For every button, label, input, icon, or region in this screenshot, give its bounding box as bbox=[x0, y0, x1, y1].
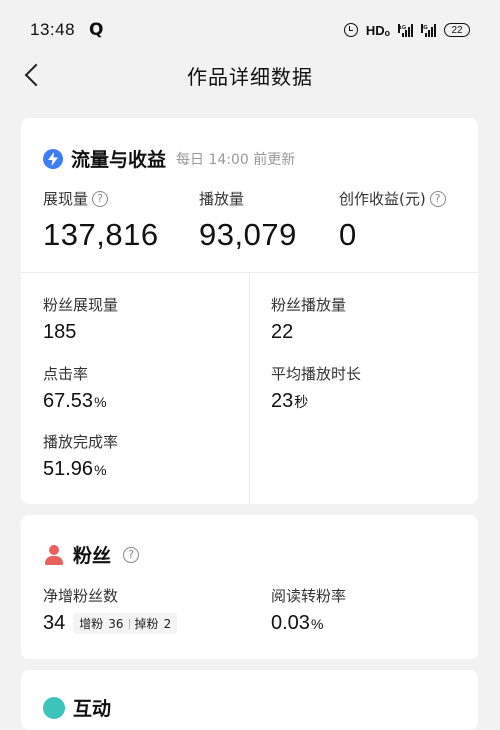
lightning-icon bbox=[43, 148, 63, 169]
metric-plays: 播放量 93,079 bbox=[199, 188, 297, 253]
fans-card: 粉丝 ? 净增粉丝数 34 增粉 36 掉粉 2 阅读转粉率 0.03% bbox=[21, 515, 478, 659]
metric-avg-duration: 平均播放时长 23秒 bbox=[271, 365, 362, 412]
metric-label: 点击率 bbox=[43, 365, 89, 383]
battery-icon: 22 bbox=[444, 23, 470, 37]
person-icon bbox=[43, 544, 65, 566]
metric-label: 粉丝播放量 bbox=[271, 296, 347, 314]
metric-value: 185 bbox=[43, 321, 77, 343]
metric-value: 137,816 bbox=[43, 217, 159, 252]
metric-net-fans: 净增粉丝数 34 增粉 36 掉粉 2 bbox=[43, 585, 178, 635]
metric-value: 0.03 bbox=[271, 612, 310, 634]
metric-fan-impressions: 粉丝展现量 185 bbox=[43, 294, 118, 344]
metric-completion: 播放完成率 51.96% bbox=[43, 433, 119, 480]
metric-label: 播放完成率 bbox=[43, 433, 119, 451]
status-time: 13:48 bbox=[30, 20, 76, 39]
section-title: 互动 bbox=[73, 698, 112, 720]
network-indicator: HDₒ bbox=[365, 22, 390, 38]
alarm-icon bbox=[343, 23, 358, 37]
section-title: 流量与收益 bbox=[71, 149, 167, 171]
interaction-card: 互动 bbox=[21, 670, 478, 730]
metric-value: 22 bbox=[271, 321, 294, 343]
traffic-header: 流量与收益 每日 14:00 前更新 bbox=[43, 145, 295, 172]
metric-value: 67.53 bbox=[43, 390, 94, 412]
metric-conversion: 阅读转粉率 0.03% bbox=[271, 587, 347, 634]
metric-label: 阅读转粉率 bbox=[271, 587, 347, 605]
divider bbox=[249, 273, 250, 504]
metric-label: 净增粉丝数 bbox=[43, 587, 119, 605]
fans-header: 粉丝 ? bbox=[43, 541, 140, 568]
traffic-card: 流量与收益 每日 14:00 前更新 展现量 ? 137,816 播放量 93,… bbox=[21, 118, 478, 504]
metric-label: 播放量 bbox=[199, 190, 245, 208]
metric-label: 创作收益(元) bbox=[339, 190, 426, 208]
signal-icon-1: ⁴ᴳ bbox=[398, 23, 413, 37]
interaction-icon bbox=[43, 696, 65, 719]
metric-value: 23 bbox=[271, 390, 294, 412]
metric-value: 51.96 bbox=[43, 458, 94, 480]
metric-label: 平均播放时长 bbox=[271, 365, 362, 383]
metric-fan-plays: 粉丝播放量 22 bbox=[271, 294, 346, 344]
metric-label: 粉丝展现量 bbox=[43, 296, 119, 314]
nav-bar: 作品详细数据 bbox=[0, 50, 500, 100]
back-button[interactable] bbox=[18, 60, 48, 90]
metric-value: 34 bbox=[43, 612, 66, 634]
metric-value: 0 bbox=[339, 217, 357, 252]
help-icon[interactable]: ? bbox=[123, 546, 140, 563]
metric-earnings: 创作收益(元) ? 0 bbox=[339, 188, 446, 253]
metric-value: 93,079 bbox=[199, 217, 297, 252]
help-icon[interactable]: ? bbox=[92, 190, 109, 207]
section-title: 粉丝 bbox=[73, 545, 112, 567]
metric-label: 展现量 bbox=[43, 190, 89, 208]
metric-impressions: 展现量 ? 137,816 bbox=[43, 188, 159, 253]
signal-icon-2: ³ᴳ bbox=[421, 23, 436, 37]
metric-ctr: 点击率 67.53% bbox=[43, 365, 107, 412]
app-notification-icon: Q bbox=[89, 20, 104, 40]
chevron-left-icon bbox=[24, 63, 48, 87]
update-note: 每日 14:00 前更新 bbox=[176, 151, 296, 168]
interaction-header: 互动 bbox=[43, 694, 111, 721]
help-icon[interactable]: ? bbox=[429, 190, 446, 207]
fan-breakdown: 增粉 36 掉粉 2 bbox=[73, 613, 178, 634]
page-title: 作品详细数据 bbox=[187, 64, 313, 89]
